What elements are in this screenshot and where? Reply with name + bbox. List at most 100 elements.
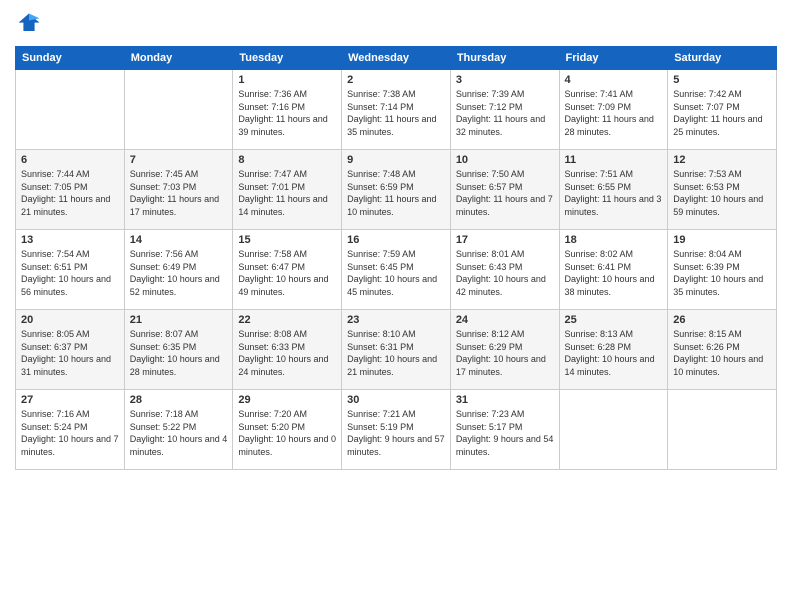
day-info: Sunrise: 7:20 AMSunset: 5:20 PMDaylight:… [238,408,336,458]
day-number: 3 [456,74,554,86]
calendar-cell: 28 Sunrise: 7:18 AMSunset: 5:22 PMDayligh… [124,390,233,470]
calendar-cell: 10 Sunrise: 7:50 AMSunset: 6:57 PMDayligh… [450,150,559,230]
calendar-cell: 9 Sunrise: 7:48 AMSunset: 6:59 PMDaylight… [342,150,451,230]
calendar-week-0: 1Sunrise: 7:36 AMSunset: 7:16 PMDaylight… [16,70,777,150]
weekday-header-tuesday: Tuesday [233,47,342,70]
calendar-cell: 16 Sunrise: 7:59 AMSunset: 6:45 PMDayligh… [342,230,451,310]
day-info: Sunrise: 7:47 AMSunset: 7:01 PMDaylight:… [238,168,336,218]
day-number: 22 [238,314,336,326]
day-info: Sunrise: 7:44 AMSunset: 7:05 PMDaylight:… [21,168,119,218]
logo-bird-icon [15,10,43,38]
day-number: 31 [456,394,554,406]
calendar-week-4: 27 Sunrise: 7:16 AMSunset: 5:24 PMDayligh… [16,390,777,470]
page: SundayMondayTuesdayWednesdayThursdayFrid… [0,0,792,612]
calendar-cell: 19Sunrise: 8:04 AMSunset: 6:39 PMDayligh… [668,230,777,310]
day-info: Sunrise: 7:18 AMSunset: 5:22 PMDaylight:… [130,408,228,458]
calendar-cell: 17 Sunrise: 8:01 AMSunset: 6:43 PMDayligh… [450,230,559,310]
day-number: 30 [347,394,445,406]
day-number: 11 [565,154,663,166]
calendar-cell: 3 Sunrise: 7:39 AMSunset: 7:12 PMDaylight… [450,70,559,150]
day-info: Sunrise: 7:56 AMSunset: 6:49 PMDaylight:… [130,248,228,298]
calendar-cell: 29Sunrise: 7:20 AMSunset: 5:20 PMDayligh… [233,390,342,470]
calendar-cell [559,390,668,470]
calendar-cell: 27 Sunrise: 7:16 AMSunset: 5:24 PMDayligh… [16,390,125,470]
day-number: 21 [130,314,228,326]
day-info: Sunrise: 7:42 AMSunset: 7:07 PMDaylight:… [673,88,771,138]
calendar-cell: 8 Sunrise: 7:47 AMSunset: 7:01 PMDaylight… [233,150,342,230]
header [15,10,777,38]
day-info: Sunrise: 7:16 AMSunset: 5:24 PMDaylight:… [21,408,119,458]
day-number: 12 [673,154,771,166]
day-info: Sunrise: 7:39 AMSunset: 7:12 PMDaylight:… [456,88,554,138]
calendar-body: 1Sunrise: 7:36 AMSunset: 7:16 PMDaylight… [16,70,777,470]
calendar-cell: 20 Sunrise: 8:05 AMSunset: 6:37 PMDayligh… [16,310,125,390]
day-number: 16 [347,234,445,246]
calendar-cell: 1Sunrise: 7:36 AMSunset: 7:16 PMDaylight… [233,70,342,150]
day-info: Sunrise: 7:50 AMSunset: 6:57 PMDaylight:… [456,168,554,218]
calendar-cell: 21 Sunrise: 8:07 AMSunset: 6:35 PMDayligh… [124,310,233,390]
day-number: 20 [21,314,119,326]
calendar-week-3: 20 Sunrise: 8:05 AMSunset: 6:37 PMDayligh… [16,310,777,390]
day-info: Sunrise: 8:15 AMSunset: 6:26 PMDaylight:… [673,328,771,378]
day-number: 23 [347,314,445,326]
calendar-cell: 6 Sunrise: 7:44 AMSunset: 7:05 PMDaylight… [16,150,125,230]
calendar-week-1: 6 Sunrise: 7:44 AMSunset: 7:05 PMDaylight… [16,150,777,230]
calendar-cell: 2 Sunrise: 7:38 AMSunset: 7:14 PMDaylight… [342,70,451,150]
day-info: Sunrise: 8:07 AMSunset: 6:35 PMDaylight:… [130,328,228,378]
calendar-header: SundayMondayTuesdayWednesdayThursdayFrid… [16,47,777,70]
weekday-header-wednesday: Wednesday [342,47,451,70]
day-number: 28 [130,394,228,406]
day-number: 2 [347,74,445,86]
day-number: 9 [347,154,445,166]
day-number: 14 [130,234,228,246]
calendar-cell: 26 Sunrise: 8:15 AMSunset: 6:26 PMDayligh… [668,310,777,390]
day-info: Sunrise: 7:53 AMSunset: 6:53 PMDaylight:… [673,168,771,218]
day-number: 6 [21,154,119,166]
calendar-table: SundayMondayTuesdayWednesdayThursdayFrid… [15,46,777,470]
logo [15,10,47,38]
day-number: 5 [673,74,771,86]
day-number: 4 [565,74,663,86]
calendar-cell: 25 Sunrise: 8:13 AMSunset: 6:28 PMDayligh… [559,310,668,390]
calendar-cell: 4 Sunrise: 7:41 AMSunset: 7:09 PMDaylight… [559,70,668,150]
day-info: Sunrise: 7:38 AMSunset: 7:14 PMDaylight:… [347,88,445,138]
day-info: Sunrise: 7:36 AMSunset: 7:16 PMDaylight:… [238,88,336,138]
day-number: 10 [456,154,554,166]
day-info: Sunrise: 8:13 AMSunset: 6:28 PMDaylight:… [565,328,663,378]
day-number: 13 [21,234,119,246]
day-number: 25 [565,314,663,326]
calendar-cell: 5 Sunrise: 7:42 AMSunset: 7:07 PMDaylight… [668,70,777,150]
weekday-header-friday: Friday [559,47,668,70]
day-info: Sunrise: 8:01 AMSunset: 6:43 PMDaylight:… [456,248,554,298]
calendar-cell: 23Sunrise: 8:10 AMSunset: 6:31 PMDayligh… [342,310,451,390]
calendar-week-2: 13 Sunrise: 7:54 AMSunset: 6:51 PMDayligh… [16,230,777,310]
calendar-cell: 14 Sunrise: 7:56 AMSunset: 6:49 PMDayligh… [124,230,233,310]
day-number: 26 [673,314,771,326]
calendar-cell [16,70,125,150]
calendar-cell: 7Sunrise: 7:45 AMSunset: 7:03 PMDaylight… [124,150,233,230]
day-number: 18 [565,234,663,246]
day-number: 27 [21,394,119,406]
day-info: Sunrise: 7:41 AMSunset: 7:09 PMDaylight:… [565,88,663,138]
day-info: Sunrise: 7:23 AMSunset: 5:17 PMDaylight:… [456,408,554,458]
day-info: Sunrise: 7:54 AMSunset: 6:51 PMDaylight:… [21,248,119,298]
calendar-cell: 15 Sunrise: 7:58 AMSunset: 6:47 PMDayligh… [233,230,342,310]
calendar-cell: 31 Sunrise: 7:23 AMSunset: 5:17 PMDayligh… [450,390,559,470]
day-number: 17 [456,234,554,246]
calendar-cell: 24Sunrise: 8:12 AMSunset: 6:29 PMDayligh… [450,310,559,390]
day-number: 7 [130,154,228,166]
calendar-cell: 13 Sunrise: 7:54 AMSunset: 6:51 PMDayligh… [16,230,125,310]
day-info: Sunrise: 7:58 AMSunset: 6:47 PMDaylight:… [238,248,336,298]
day-number: 15 [238,234,336,246]
day-info: Sunrise: 8:05 AMSunset: 6:37 PMDaylight:… [21,328,119,378]
day-number: 8 [238,154,336,166]
day-info: Sunrise: 8:12 AMSunset: 6:29 PMDaylight:… [456,328,554,378]
day-info: Sunrise: 7:48 AMSunset: 6:59 PMDaylight:… [347,168,445,218]
day-info: Sunrise: 8:02 AMSunset: 6:41 PMDaylight:… [565,248,663,298]
day-info: Sunrise: 7:21 AMSunset: 5:19 PMDaylight:… [347,408,445,458]
weekday-header-monday: Monday [124,47,233,70]
calendar-cell: 18 Sunrise: 8:02 AMSunset: 6:41 PMDayligh… [559,230,668,310]
day-info: Sunrise: 7:59 AMSunset: 6:45 PMDaylight:… [347,248,445,298]
day-info: Sunrise: 8:04 AMSunset: 6:39 PMDaylight:… [673,248,771,298]
calendar-cell: 11Sunrise: 7:51 AMSunset: 6:55 PMDayligh… [559,150,668,230]
